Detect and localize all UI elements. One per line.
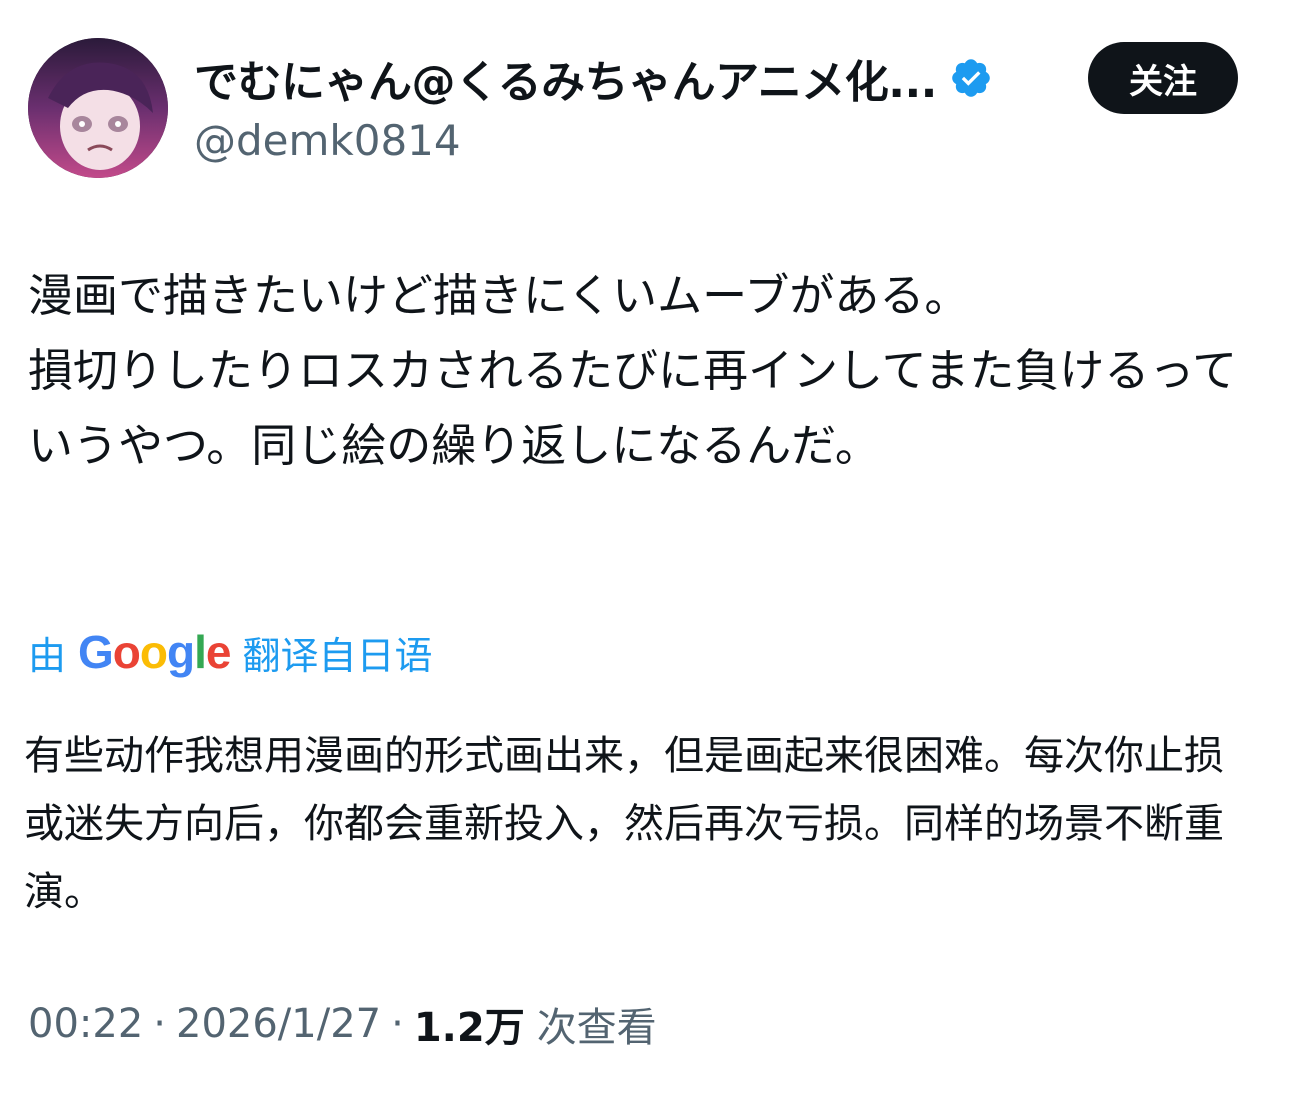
author-name-row: でむにゃん@くるみちゃんアニメ化... <box>194 48 993 108</box>
translation-suffix: 翻译自日语 <box>242 633 433 678</box>
tweet-date[interactable]: 2026/1/27 <box>176 1001 381 1047</box>
google-logo: Google <box>78 626 231 678</box>
tweet-time[interactable]: 00:22 <box>28 1001 143 1047</box>
author-display-name[interactable]: でむにゃん@くるみちゃんアニメ化... <box>194 46 937 110</box>
meta-separator: · <box>153 1001 166 1047</box>
translation-attribution[interactable]: 由 Google 翻译自日语 <box>28 624 433 680</box>
tweet-header: でむにゃん@くるみちゃんアニメ化... @demk0814 关注 <box>28 38 1262 180</box>
views-label: 次查看 <box>536 1005 657 1051</box>
avatar-image <box>28 38 168 178</box>
meta-separator: · <box>391 1001 404 1047</box>
avatar[interactable] <box>28 38 168 178</box>
tweet-meta: 00:22 · 2026/1/27 · 1.2万 次查看 <box>28 994 657 1054</box>
author-handle[interactable]: @demk0814 <box>194 116 461 165</box>
follow-button[interactable]: 关注 <box>1088 42 1238 114</box>
views-count[interactable]: 1.2万 <box>414 995 525 1053</box>
translation-prefix: 由 <box>28 633 67 678</box>
translated-text: 有些动作我想用漫画的形式画出来，但是画起来很困难。每次你止损或迷失方向后，你都会… <box>24 733 1224 915</box>
verified-badge-icon <box>952 59 990 97</box>
tweet-text: 漫画で描きたいけど描きにくいムーブがある。 損切りしたりロスカされるたびに再イン… <box>28 269 1238 472</box>
